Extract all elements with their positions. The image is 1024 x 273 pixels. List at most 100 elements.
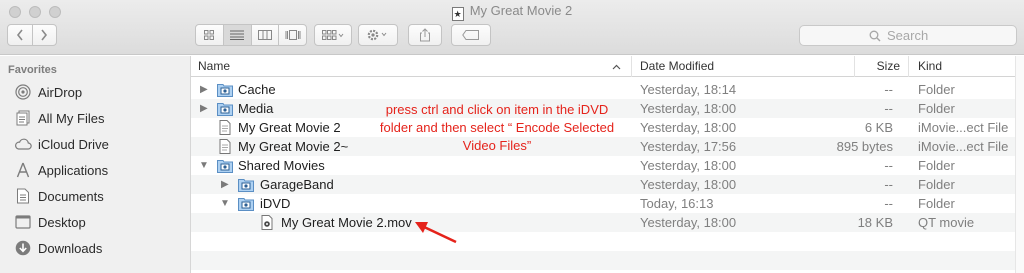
annotation-line: Video Files”: [462, 138, 532, 153]
sidebar-item-label: Documents: [38, 188, 104, 204]
tags-button[interactable]: [451, 24, 491, 46]
sidebar-item-downloads[interactable]: Downloads: [14, 237, 102, 259]
file-kind: Folder: [918, 196, 955, 211]
date-modified-column-header[interactable]: Date Modified: [633, 56, 855, 77]
action-menu-button[interactable]: [358, 24, 398, 46]
file-kind: iMovie...ect File: [918, 139, 1009, 154]
table-row[interactable]: ▶ Cache Yesterday, 18:14 -- Folder: [191, 80, 1015, 99]
vertical-scrollbar[interactable]: [1015, 56, 1024, 273]
empty-row: [191, 232, 1015, 251]
file-name: Shared Movies: [238, 158, 325, 173]
imovie-project-icon: ★: [451, 7, 464, 21]
file-size: --: [884, 196, 893, 211]
all-files-icon: [14, 109, 32, 127]
column-view-icon: [257, 30, 272, 40]
file-name: Media: [238, 101, 274, 116]
disclosure-triangle-collapsed[interactable]: ▶: [200, 80, 210, 99]
file-kind: Folder: [918, 158, 955, 173]
sidebar-item-label: Downloads: [38, 240, 103, 256]
empty-row: [191, 251, 1015, 270]
file-kind: Folder: [918, 177, 955, 192]
name-column-header[interactable]: Name: [191, 56, 632, 77]
file-kind: Folder: [918, 101, 955, 116]
date-modified: Yesterday, 18:00: [640, 177, 737, 192]
sidebar: Favorites AirDrop All My Files iCloud Dr…: [0, 56, 191, 273]
annotation-arrow: [415, 222, 457, 244]
chevron-right-icon: [41, 29, 48, 41]
sort-ascending-icon: [612, 64, 621, 70]
list-view-icon: [230, 30, 245, 40]
chevron-left-icon: [16, 29, 23, 41]
desktop-icon: [14, 213, 32, 231]
tag-icon: [462, 30, 479, 40]
back-button[interactable]: [8, 25, 33, 45]
arrange-button[interactable]: [314, 24, 352, 46]
list-view-button[interactable]: [223, 25, 252, 45]
file-name: GarageBand: [260, 177, 334, 192]
search-field[interactable]: [799, 25, 1017, 46]
table-row[interactable]: ▶ GarageBand Yesterday, 18:00 -- Folder: [191, 175, 1015, 194]
date-modified: Yesterday, 17:56: [640, 139, 737, 154]
window-title: ★ My Great Movie 2: [451, 3, 573, 21]
airdrop-icon: [14, 83, 32, 101]
file-name: My Great Movie 2~: [238, 139, 349, 154]
table-row[interactable]: ▼ iDVD Today, 16:13 -- Folder: [191, 194, 1015, 213]
instruction-annotation: press ctrl and click on item in the iDVD…: [352, 101, 642, 155]
file-name: iDVD: [260, 196, 291, 211]
annotation-line: press ctrl and click on item in the iDVD: [385, 102, 609, 117]
gear-icon: [367, 29, 387, 41]
date-modified: Yesterday, 18:00: [640, 101, 737, 116]
window-toolbar: ★ My Great Movie 2: [0, 0, 1024, 55]
date-modified: Yesterday, 18:14: [640, 82, 737, 97]
disclosure-triangle-expanded[interactable]: ▼: [220, 194, 230, 213]
sidebar-item-label: All My Files: [38, 110, 105, 126]
file-size: 6 KB: [864, 120, 893, 135]
sidebar-item-label: AirDrop: [38, 84, 83, 100]
coverflow-view-button[interactable]: [279, 25, 306, 45]
sidebar-item-airdrop[interactable]: AirDrop: [14, 81, 82, 103]
view-mode-control: [195, 24, 307, 46]
sidebar-item-documents[interactable]: Documents: [14, 185, 104, 207]
back-forward-control: [7, 24, 57, 46]
file-kind: QT movie: [918, 215, 975, 230]
forward-button[interactable]: [33, 25, 57, 45]
file-size: --: [884, 101, 893, 116]
disclosure-triangle-collapsed[interactable]: ▶: [200, 99, 210, 118]
file-size: 895 bytes: [836, 139, 893, 154]
imovie-folder-icon: [217, 160, 233, 173]
sidebar-item-desktop[interactable]: Desktop: [14, 211, 86, 233]
date-modified: Today, 16:13: [640, 196, 714, 211]
disclosure-triangle-collapsed[interactable]: ▶: [221, 175, 231, 194]
date-modified: Yesterday, 18:00: [640, 215, 737, 230]
file-size: --: [884, 82, 893, 97]
quicktime-movie-icon: [261, 215, 273, 230]
file-size: --: [884, 158, 893, 173]
search-input[interactable]: [887, 28, 947, 43]
size-column-header[interactable]: Size: [856, 56, 909, 77]
download-icon: [14, 239, 32, 257]
sidebar-item-icloud-drive[interactable]: iCloud Drive: [14, 133, 109, 155]
cloud-icon: [14, 135, 32, 153]
sidebar-item-label: iCloud Drive: [38, 136, 109, 152]
date-modified: Yesterday, 18:00: [640, 158, 737, 173]
file-name: Cache: [238, 82, 276, 97]
file-name: My Great Movie 2.mov: [281, 215, 412, 230]
file-kind: Folder: [918, 82, 955, 97]
sidebar-item-applications[interactable]: Applications: [14, 159, 108, 181]
table-row[interactable]: ▼ Shared Movies Yesterday, 18:00 -- Fold…: [191, 156, 1015, 175]
kind-column-header[interactable]: Kind: [911, 56, 1015, 77]
disclosure-triangle-expanded[interactable]: ▼: [199, 156, 209, 175]
applications-icon: [14, 161, 32, 179]
icon-view-button[interactable]: [196, 25, 224, 45]
column-view-button[interactable]: [252, 25, 280, 45]
sidebar-item-label: Desktop: [38, 214, 86, 230]
imovie-folder-icon: [238, 198, 254, 211]
sidebar-item-label: Applications: [38, 162, 109, 178]
sidebar-item-all-my-files[interactable]: All My Files: [14, 107, 104, 129]
document-icon: [14, 187, 32, 205]
arrange-grid-icon: [322, 30, 344, 40]
file-kind: iMovie...ect File: [918, 120, 1009, 135]
share-button[interactable]: [408, 24, 442, 46]
annotation-line: folder and then select “ Encode Selected: [379, 120, 615, 135]
table-row[interactable]: My Great Movie 2.mov Yesterday, 18:00 18…: [191, 213, 1015, 232]
